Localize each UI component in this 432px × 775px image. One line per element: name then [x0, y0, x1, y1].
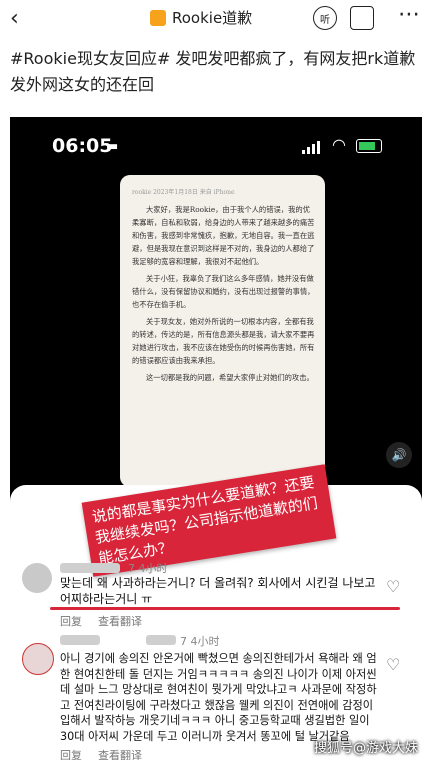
apology-letter: rookie 2023年1月18日 来自 iPhone 大家好，我是Rookie…	[120, 175, 325, 487]
top-nav-bar: ‹ Rookie道歉 听 ⋯	[0, 0, 432, 36]
letter-paragraph: 这一切都是我的问题，希望大家停止对她们的攻击。	[146, 373, 314, 382]
blurred-username	[60, 563, 120, 573]
letter-paragraph: 关于现女友，她对外所说的一切根本内容，全都有我的转述，传达的是，所有信息源头都是…	[132, 317, 315, 365]
comment-text: 아니 경기에 송의진 안온거에 빡쳤으면 송의진한테가서 욕해라 왜 엄한 현여…	[60, 652, 377, 743]
comment-time: 7 4小时	[180, 635, 220, 648]
brand-icon	[150, 9, 166, 26]
translate-button[interactable]: 查看翻译	[98, 747, 142, 760]
comment-text: 맞는데 왜 사과하라는거니? 더 올려줘? 회사에서 시킨걸 나보고 어찌하라는…	[60, 576, 376, 606]
phone-status-bar: 06:05 ▬ ◠	[10, 135, 422, 161]
blurred-username	[60, 635, 100, 645]
sound-icon[interactable]: 🔊	[386, 442, 412, 468]
title-area: Rookie道歉	[150, 7, 252, 28]
comments-panel: 说的都是事实为什么要道歉？还要我继续发吗？公司指示他道歉的们能怎么办？ 7 4小…	[10, 464, 422, 760]
embedded-screenshot: 06:05 ▬ ◠ rookie 2023年1月18日 来自 iPhone 大家…	[10, 117, 422, 760]
battery-icon	[356, 139, 382, 153]
back-icon[interactable]: ‹	[10, 6, 19, 31]
wifi-icon: ◠	[332, 135, 346, 154]
letter-meta: rookie 2023年1月18日 来自 iPhone	[132, 189, 235, 196]
letter-paragraph: 大家好，我是Rookie，由于我个人的错误，我的优柔寡断，自私和软弱，给身边的人…	[132, 205, 315, 266]
phone-time: 06:05	[52, 135, 113, 157]
more-icon[interactable]: ⋯	[398, 2, 420, 27]
like-heart-icon[interactable]: ♡	[386, 577, 400, 596]
red-underline	[50, 607, 400, 610]
avatar[interactable]	[22, 563, 52, 593]
comment-actions: 回复 查看翻译	[60, 613, 142, 629]
translate-button[interactable]: 查看翻译	[98, 613, 142, 629]
page-title: Rookie道歉	[172, 9, 253, 27]
watermark: 搜狐号@游戏大妹	[313, 741, 418, 756]
reply-button[interactable]: 回复	[60, 747, 82, 760]
share-image-icon[interactable]	[350, 6, 374, 30]
post-caption: #Rookie现女友回应# 发吧发吧都疯了，有网友把rk道歉发外网这女的还在回	[10, 49, 416, 94]
reply-button[interactable]: 回复	[60, 613, 82, 629]
listen-icon[interactable]: 听	[313, 6, 337, 30]
signal-icon	[302, 141, 320, 154]
sleep-mode-icon: ▬	[106, 139, 119, 154]
comment-time: 7 4小时	[128, 562, 168, 575]
comment-actions: 回复 查看翻译	[60, 747, 142, 760]
letter-paragraph: 关于小狂，我辜负了我们这么多年感情，她并没有做错什么，没有保留协议和婚约，没有出…	[132, 274, 315, 309]
blurred-username	[146, 635, 176, 645]
like-heart-icon[interactable]: ♡	[386, 655, 400, 674]
avatar[interactable]	[22, 643, 54, 675]
